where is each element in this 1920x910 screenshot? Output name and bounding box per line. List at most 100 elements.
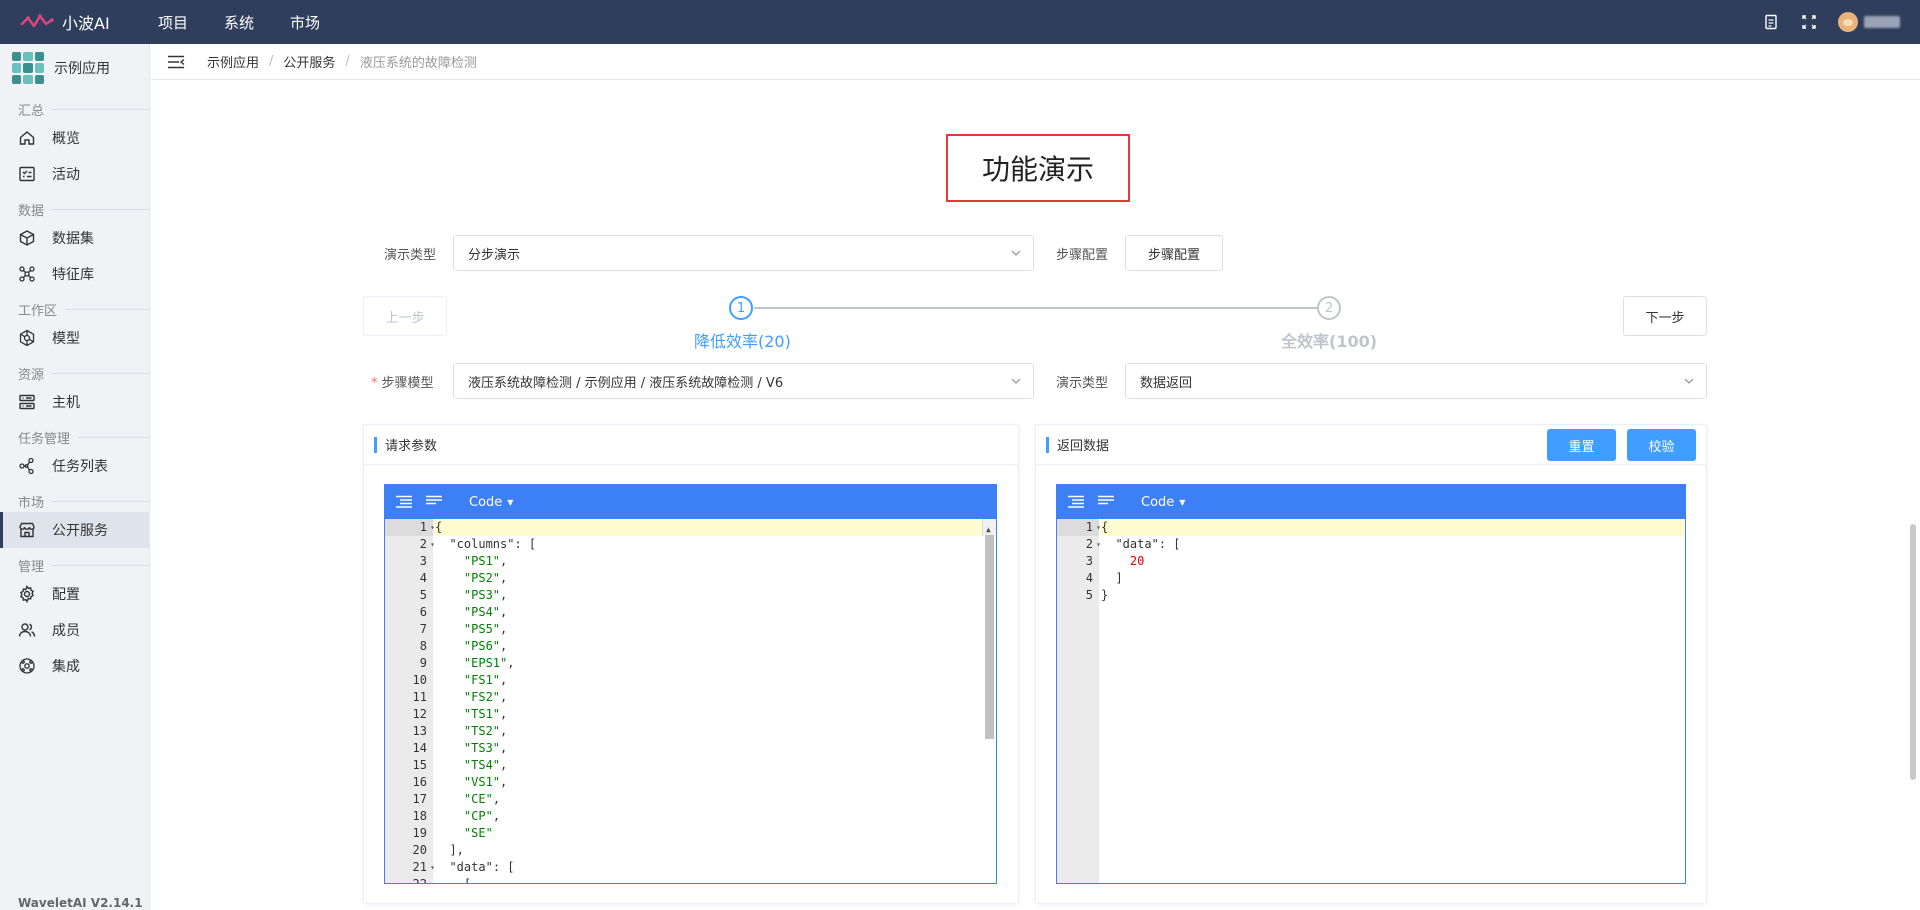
sidebar-item-label: 模型	[52, 331, 80, 347]
line-number: 2	[1057, 536, 1101, 553]
sidebar-item-members[interactable]: 成员	[0, 612, 149, 648]
sidebar-item-overview[interactable]: 概览	[0, 120, 149, 156]
code-line: "PS3",	[463, 588, 508, 602]
code-area[interactable]: { "data": [ 20 ] }	[1099, 519, 1685, 883]
json-string: "VS1"	[463, 775, 501, 789]
sidebar-item-label: 成员	[52, 623, 80, 639]
user-name-redacted	[1864, 16, 1900, 28]
format-icon[interactable]	[1065, 493, 1087, 511]
response-panel: 返回数据 重置 校验 Code ▼ 1 2 3 4 5	[1035, 424, 1707, 904]
user-menu[interactable]	[1838, 12, 1900, 32]
step-model-select[interactable]: 液压系统故障检测 / 示例应用 / 液压系统故障检测 / V6	[453, 363, 1034, 399]
compact-icon[interactable]	[1095, 493, 1117, 511]
nav-projects[interactable]: 项目	[140, 12, 206, 33]
json-string: "TS3"	[463, 741, 501, 755]
editor-mode-dropdown[interactable]: Code ▼	[1141, 495, 1185, 510]
prev-step-button[interactable]: 上一步	[363, 296, 447, 336]
demo-type-select[interactable]: 分步演示	[453, 235, 1034, 271]
step-model-label: * 步骤模型	[371, 372, 434, 391]
line-number: 3	[419, 554, 427, 568]
brand-logo[interactable]: 小波AI	[0, 10, 140, 34]
sidebar-item-activity[interactable]: 活动	[0, 156, 149, 192]
line-number: 16	[412, 775, 427, 789]
section-tasks: 任务管理	[0, 426, 149, 448]
format-icon[interactable]	[393, 493, 415, 511]
step-connector	[754, 307, 1320, 309]
caret-down-icon: ▼	[1179, 497, 1186, 507]
sidebar-item-integration[interactable]: 集成	[0, 648, 149, 684]
app-header[interactable]: 示例应用	[0, 44, 149, 92]
code-line: "CP",	[463, 809, 501, 823]
nav-system[interactable]: 系统	[206, 12, 272, 33]
breadcrumb-app[interactable]: 示例应用	[207, 52, 259, 71]
line-number: 22	[385, 876, 435, 883]
version-label: WaveletAI V2.14.1	[18, 896, 143, 910]
line-number: 13	[412, 724, 427, 738]
breadcrumb-public-services[interactable]: 公开服务	[283, 52, 335, 71]
chevron-down-icon	[1684, 378, 1694, 384]
response-json-editor[interactable]: Code ▼ 1 2 3 4 5 { "data": [ 20 ] }	[1056, 484, 1686, 884]
menu-collapse-icon[interactable]	[167, 55, 185, 69]
code-line: "FS2",	[463, 690, 508, 704]
code-line: "SE"	[435, 825, 996, 842]
line-number: 6	[419, 605, 427, 619]
line-gutter: 1 2 3 4 5	[1057, 519, 1101, 883]
sidebar-item-public-services[interactable]: 公开服务	[0, 512, 149, 548]
step-2-circle[interactable]: 2	[1317, 296, 1341, 320]
page-scrollbar[interactable]	[1910, 524, 1916, 780]
json-string: "PS6"	[463, 639, 501, 653]
code-line: "TS1",	[463, 707, 508, 721]
sidebar-item-config[interactable]: 配置	[0, 576, 149, 612]
code-line: ],	[435, 843, 464, 857]
sidebar-item-hosts[interactable]: 主机	[0, 384, 149, 420]
sidebar-item-models[interactable]: 模型	[0, 320, 149, 356]
line-number: 4	[1085, 571, 1093, 585]
graph-nodes-icon	[19, 266, 35, 282]
document-icon[interactable]	[1752, 14, 1790, 30]
json-key: "data"	[1115, 537, 1159, 551]
line-number: 5	[1085, 588, 1093, 602]
compact-icon[interactable]	[423, 493, 445, 511]
users-icon	[18, 623, 36, 637]
sidebar-item-datasets[interactable]: 数据集	[0, 220, 149, 256]
verify-button[interactable]: 校验	[1627, 429, 1696, 461]
scrollbar-thumb[interactable]	[985, 535, 994, 739]
breadcrumb: 示例应用 / 公开服务 / 液压系统的故障检测	[151, 44, 1920, 80]
fullscreen-icon[interactable]	[1790, 14, 1828, 30]
demo-type2-select[interactable]: 数据返回	[1125, 363, 1707, 399]
code-line: "TS2",	[463, 724, 508, 738]
editor-scrollbar[interactable]: ▲	[982, 519, 996, 739]
step-model-value: 液压系统故障检测 / 示例应用 / 液压系统故障检测 / V6	[468, 375, 784, 391]
breadcrumb-separator: /	[345, 54, 350, 69]
step-1-label: 降低效率(20)	[694, 332, 791, 351]
sidebar-item-label: 数据集	[52, 231, 94, 247]
next-step-button[interactable]: 下一步	[1623, 296, 1707, 336]
nav-market[interactable]: 市场	[272, 12, 338, 33]
chevron-down-icon	[1011, 378, 1021, 384]
json-string: "CE"	[463, 792, 493, 806]
step-config-label: 步骤配置	[1056, 248, 1109, 263]
code-area[interactable]: { "columns": [ "PS1", "PS2", "PS3", "PS4…	[433, 519, 996, 883]
line-number: 5	[419, 588, 427, 602]
editor-body: 1 2 3 4 5 6 7 8 9 10 11 12 13 14 15 16 1…	[385, 519, 996, 883]
editor-mode-dropdown[interactable]: Code ▼	[469, 495, 513, 510]
json-string: "PS4"	[463, 605, 501, 619]
sidebar-item-task-list[interactable]: 任务列表	[0, 448, 149, 484]
section-workspace: 工作区	[0, 298, 149, 320]
code-line: "data": [	[449, 860, 515, 874]
code-line: "EPS1",	[463, 656, 515, 670]
step-1-circle[interactable]: 1	[729, 296, 753, 320]
brand-name: 小波AI	[62, 14, 110, 33]
json-string: "FS2"	[463, 690, 501, 704]
code-line: 20	[1101, 553, 1685, 570]
sidebar-item-features[interactable]: 特征库	[0, 256, 149, 292]
top-bar: 小波AI 项目 系统 市场	[0, 0, 1920, 44]
reset-button[interactable]: 重置	[1547, 429, 1616, 461]
code-line: "PS2",	[463, 571, 508, 585]
request-json-editor[interactable]: Code ▼ 1 2 3 4 5 6 7 8 9 10 11 12 13 14 …	[384, 484, 997, 884]
step-config-button[interactable]: 步骤配置	[1125, 235, 1223, 271]
code-line: "TS4",	[463, 758, 508, 772]
model-icon	[19, 329, 35, 347]
json-string: "PS3"	[463, 588, 501, 602]
wave-logo-icon	[20, 14, 54, 28]
